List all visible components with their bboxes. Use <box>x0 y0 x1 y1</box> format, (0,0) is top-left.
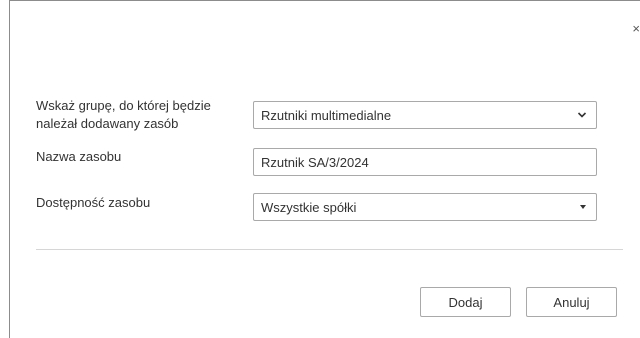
caret-down-icon <box>580 205 586 209</box>
chevron-down-icon <box>577 112 587 118</box>
add-button[interactable]: Dodaj <box>420 287 511 317</box>
availability-label: Dostępność zasobu <box>36 195 151 210</box>
dialog-top-border <box>9 0 640 1</box>
group-select-value: Rzutniki multimedialne <box>261 108 392 123</box>
group-label: Wskaż grupę, do której będzie należał do… <box>36 98 211 131</box>
name-input-value: Rzutnik SA/3/2024 <box>261 155 369 170</box>
dialog-left-border <box>9 0 10 338</box>
close-icon[interactable]: × <box>632 22 640 35</box>
name-label: Nazwa zasobu <box>36 149 122 164</box>
add-resource-dialog: × Wskaż grupę, do której będzie należał … <box>0 0 640 338</box>
name-input[interactable]: Rzutnik SA/3/2024 <box>253 148 597 176</box>
group-select[interactable]: Rzutniki multimedialne <box>253 101 597 129</box>
divider <box>36 249 623 250</box>
cancel-button[interactable]: Anuluj <box>526 287 617 317</box>
availability-select[interactable]: Wszystkie spółki <box>253 193 597 221</box>
availability-select-value: Wszystkie spółki <box>261 200 357 215</box>
